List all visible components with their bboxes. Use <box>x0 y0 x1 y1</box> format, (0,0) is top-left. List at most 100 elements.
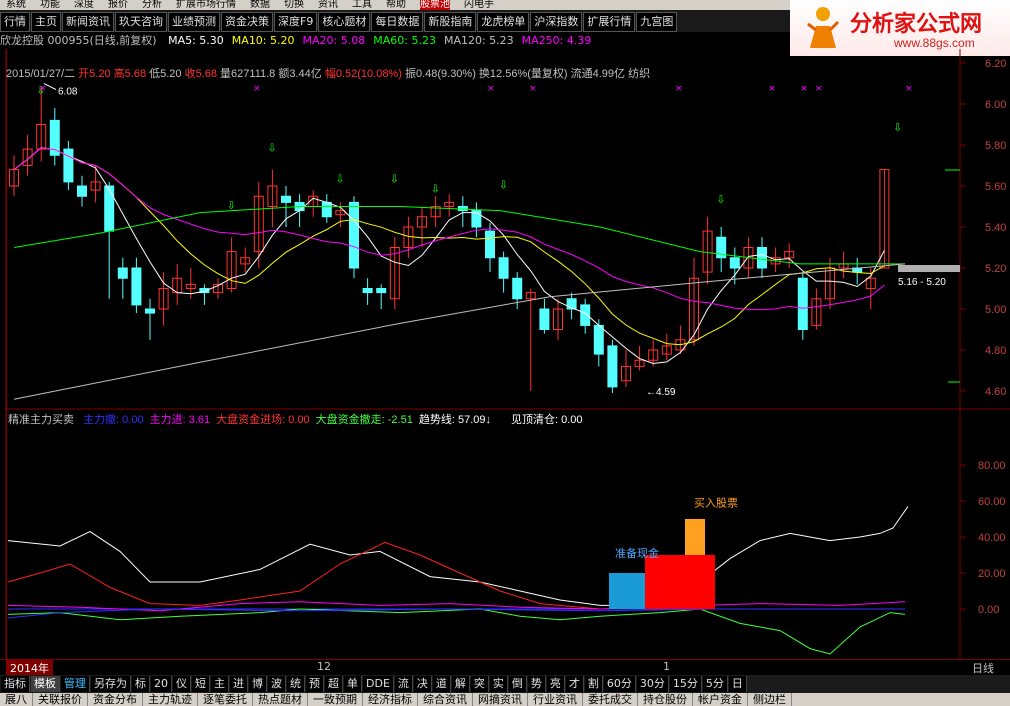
bottom-tab[interactable]: 预 <box>306 676 324 692</box>
info-tab[interactable]: 行业资讯 <box>528 693 583 706</box>
signal-block <box>645 555 715 609</box>
stock-name: 欣龙控股 000955(日线,前复权) <box>0 34 157 47</box>
toolbar-button[interactable]: 每日数据 <box>371 12 424 32</box>
toolbar-button[interactable]: 行情 <box>0 12 30 32</box>
bottom-tab[interactable]: 突 <box>470 676 489 692</box>
bottom-tab[interactable]: 30分 <box>636 676 669 692</box>
candle <box>879 169 890 269</box>
toolbar-button[interactable]: 业绩预测 <box>168 12 220 32</box>
info-tab[interactable]: 主力轨迹 <box>143 693 198 706</box>
bottom-tab[interactable]: 标 <box>132 676 150 692</box>
time-axis: 2014年 12 1 日线 <box>0 659 1010 676</box>
bottom-tab[interactable]: DDE <box>363 676 394 692</box>
info-tab[interactable]: 逐笔委托 <box>198 693 253 706</box>
menu-item[interactable]: 分析 <box>142 0 162 10</box>
bottom-tab[interactable]: 指标 <box>1 676 30 692</box>
toolbar-button[interactable]: 资金决策 <box>221 12 273 32</box>
menu-item[interactable]: 功能 <box>40 0 60 10</box>
bottom-info-bar: 展八 关联报价 资金分布 主力轨迹 逐笔委托 热点题材 一致预期 经济指标 综合资讯 网摘资讯 行业… <box>0 693 1010 706</box>
logo-figure-icon <box>807 7 840 48</box>
toolbar-button[interactable]: 沪深指数 <box>530 12 583 32</box>
menu-item[interactable]: 股票池 <box>420 0 450 10</box>
info-tab[interactable]: 帐户资金 <box>693 693 748 706</box>
bottom-tab[interactable]: 亮 <box>546 676 565 692</box>
toolbar-button[interactable]: 主页 <box>31 12 61 32</box>
bottom-tab[interactable]: 倒 <box>508 676 527 692</box>
bottom-tab[interactable]: 5分 <box>702 676 728 692</box>
info-tab[interactable]: 关联报价 <box>33 693 88 706</box>
menu-item[interactable]: 帮助 <box>386 0 406 10</box>
menu-item[interactable]: 报价 <box>108 0 128 10</box>
info-tab[interactable]: 委托成交 <box>583 693 638 706</box>
bottom-tab[interactable]: 60分 <box>603 676 636 692</box>
ma-line <box>13 147 885 346</box>
bottom-tab[interactable]: 仪 <box>173 676 191 692</box>
candle <box>525 288 536 391</box>
candle <box>267 169 278 227</box>
price-tick: 5.80 <box>985 140 1006 152</box>
toolbar-button[interactable]: 新闻资讯 <box>62 12 114 32</box>
logo-url: www.88gs.com <box>894 36 975 50</box>
menu-item[interactable]: 切换 <box>284 0 304 10</box>
bottom-tab[interactable]: 势 <box>527 676 546 692</box>
bottom-tab[interactable]: 决 <box>413 676 432 692</box>
info-tab[interactable]: 侧边栏 <box>748 693 792 706</box>
signal-arrow-icon: ⇩ <box>431 183 440 196</box>
menu-item[interactable]: 数据 <box>250 0 270 10</box>
menu-item[interactable]: 资讯 <box>318 0 338 10</box>
info-tab[interactable]: 经济指标 <box>363 693 418 706</box>
bottom-tab[interactable]: 进 <box>230 676 248 692</box>
signal-arrow-icon: ⇩ <box>335 172 344 185</box>
x-marker-icon: × <box>529 84 537 94</box>
info-tab[interactable]: 热点题材 <box>253 693 308 706</box>
kline-chart[interactable]: 6.20 6.00 5.80 5.60 5.40 5.20 5.00 4.80 4.60 2015… <box>0 49 1010 675</box>
bottom-tab[interactable]: 超 <box>325 676 343 692</box>
bottom-tab[interactable]: 模板 <box>31 676 60 692</box>
bottom-tab[interactable]: 15分 <box>669 676 702 692</box>
info-tab[interactable]: 综合资讯 <box>418 693 473 706</box>
bottom-tab[interactable]: 解 <box>451 676 470 692</box>
bottom-tab[interactable]: 日 <box>728 676 747 692</box>
bottom-tab[interactable]: 单 <box>344 676 362 692</box>
bottom-tab[interactable]: 道 <box>432 676 451 692</box>
bottom-tab[interactable]: 才 <box>565 676 584 692</box>
candle <box>539 298 550 334</box>
menu-item[interactable]: 闪电手 <box>464 0 494 10</box>
menu-item[interactable]: 扩展市场行情 <box>176 0 236 10</box>
toolbar-button[interactable]: 龙虎榜单 <box>477 12 530 32</box>
bottom-tab[interactable]: 实 <box>489 676 508 692</box>
bottom-tab[interactable]: 割 <box>584 676 603 692</box>
menu-item[interactable]: 深度 <box>74 0 94 10</box>
candle <box>22 134 33 176</box>
price-tick: 5.00 <box>985 304 1006 316</box>
info-tab[interactable]: 网摘资讯 <box>473 693 528 706</box>
candle <box>825 257 835 309</box>
toolbar-button[interactable]: 玖天咨询 <box>115 12 167 32</box>
toolbar-button[interactable]: 九宫图 <box>636 12 678 32</box>
menu-item[interactable]: 工具 <box>352 0 372 10</box>
info-tab[interactable]: 一致预期 <box>308 693 363 706</box>
candle <box>430 196 441 227</box>
bottom-tab[interactable]: 统 <box>287 676 305 692</box>
menu-item[interactable]: 系统 <box>6 0 26 10</box>
toolbar-button[interactable]: 新股指南 <box>424 12 477 32</box>
bottom-tab[interactable]: 博 <box>249 676 267 692</box>
info-tab[interactable]: 资金分布 <box>88 693 143 706</box>
candle <box>63 140 74 191</box>
toolbar-button[interactable]: 扩展行情 <box>583 12 636 32</box>
toolbar-button[interactable]: 核心题材 <box>318 12 371 32</box>
candle <box>104 181 115 299</box>
bottom-tab[interactable]: 短 <box>192 676 210 692</box>
bottom-tab[interactable]: 管理 <box>61 676 90 692</box>
toolbar-button[interactable]: 深度F9 <box>274 12 318 32</box>
period-label[interactable]: 日线 <box>972 660 994 676</box>
bottom-tab[interactable]: 另存为 <box>91 676 131 692</box>
candle <box>9 155 19 197</box>
bottom-tab[interactable]: 20 <box>151 676 172 692</box>
info-tab[interactable]: 展八 <box>0 693 33 706</box>
bottom-tab[interactable]: 流 <box>394 676 413 692</box>
bottom-tab[interactable]: 主 <box>211 676 229 692</box>
info-tab[interactable]: 持仓股份 <box>638 693 693 706</box>
bottom-tab[interactable]: 波 <box>268 676 286 692</box>
stock-info-bar: 欣龙控股 000955(日线,前复权) MA5: 5.30 MA10: 5.20 M… <box>0 33 591 49</box>
